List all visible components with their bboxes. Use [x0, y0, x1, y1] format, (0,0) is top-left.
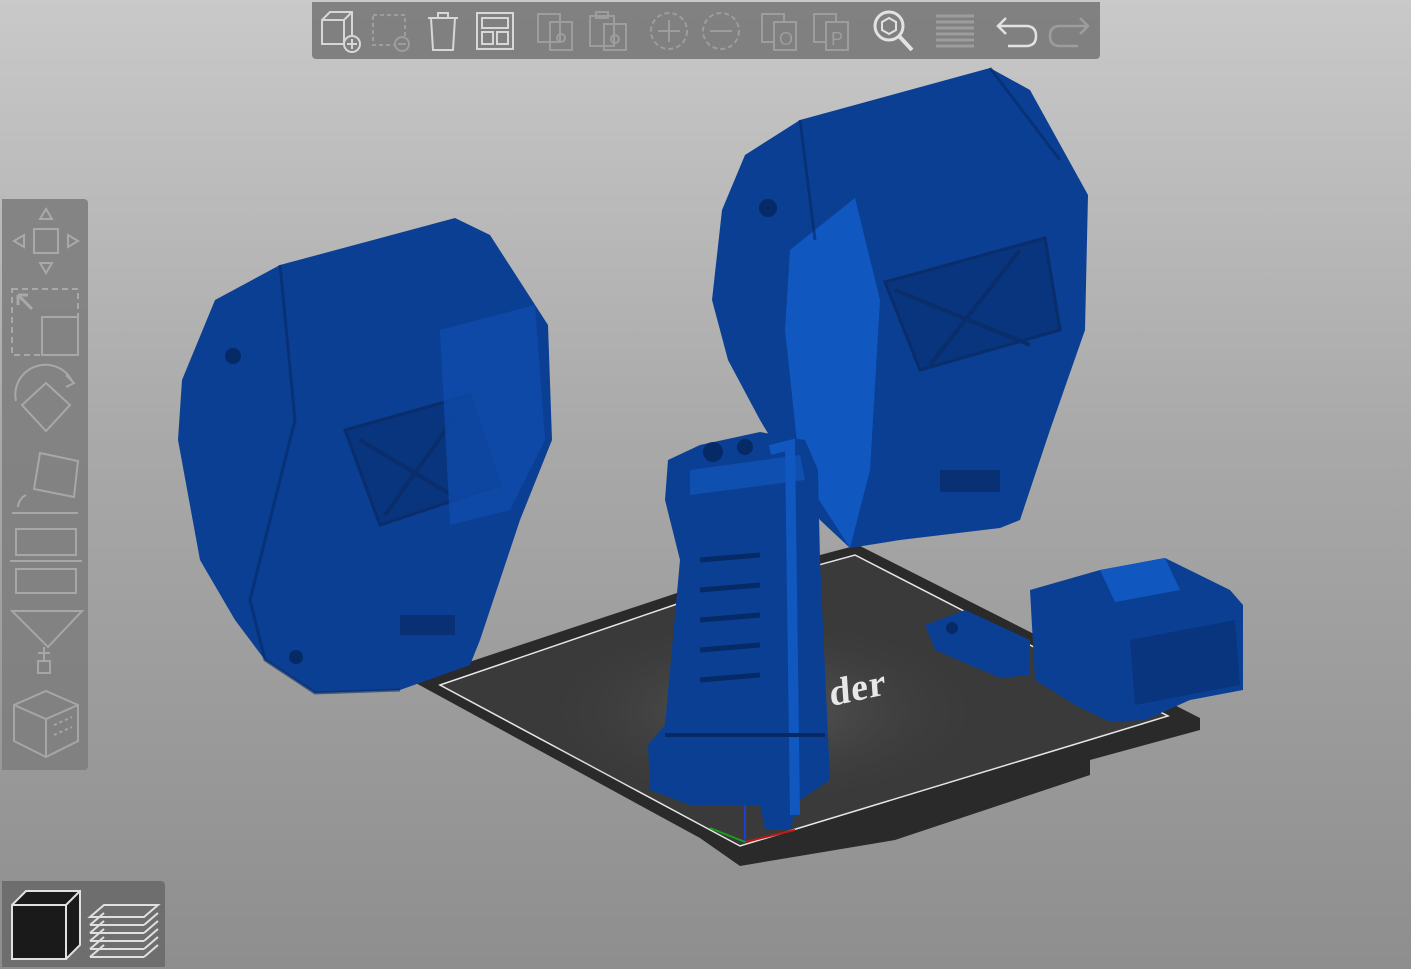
arrange-icon[interactable]	[472, 8, 518, 54]
model-handle[interactable]	[648, 432, 830, 830]
3d-view-icon[interactable]	[8, 887, 84, 963]
delete-all-icon[interactable]	[420, 8, 466, 54]
seam-painting-icon[interactable]	[8, 685, 84, 761]
remove-instance-icon[interactable]	[698, 8, 744, 54]
delete-selected-icon[interactable]	[368, 8, 414, 54]
top-toolbar: O P	[312, 2, 1100, 59]
gizmo-toolbar	[2, 199, 88, 770]
split-objects-icon[interactable]: O	[758, 8, 804, 54]
paste-icon[interactable]	[586, 8, 632, 54]
add-object-icon[interactable]	[316, 8, 362, 54]
place-on-face-icon[interactable]	[8, 443, 84, 519]
layers-editing-icon[interactable]	[932, 8, 978, 54]
model-left-shell[interactable]	[178, 218, 552, 695]
redo-icon[interactable]	[1046, 8, 1092, 54]
cut-icon[interactable]	[8, 521, 84, 597]
preview-icon[interactable]	[86, 887, 162, 963]
rotate-icon[interactable]	[8, 361, 84, 437]
scale-icon[interactable]	[8, 283, 84, 359]
split-parts-icon[interactable]: P	[810, 8, 856, 54]
svg-text:P: P	[831, 29, 843, 49]
undo-icon[interactable]	[994, 8, 1040, 54]
paint-supports-icon[interactable]	[8, 601, 84, 677]
3d-viewport[interactable]: der	[0, 0, 1411, 969]
view-toggle	[2, 881, 165, 967]
search-icon[interactable]	[870, 8, 916, 54]
add-instance-icon[interactable]	[646, 8, 692, 54]
move-icon[interactable]	[8, 203, 84, 279]
copy-icon[interactable]	[534, 8, 580, 54]
scene	[178, 67, 1243, 866]
svg-text:O: O	[779, 29, 793, 49]
